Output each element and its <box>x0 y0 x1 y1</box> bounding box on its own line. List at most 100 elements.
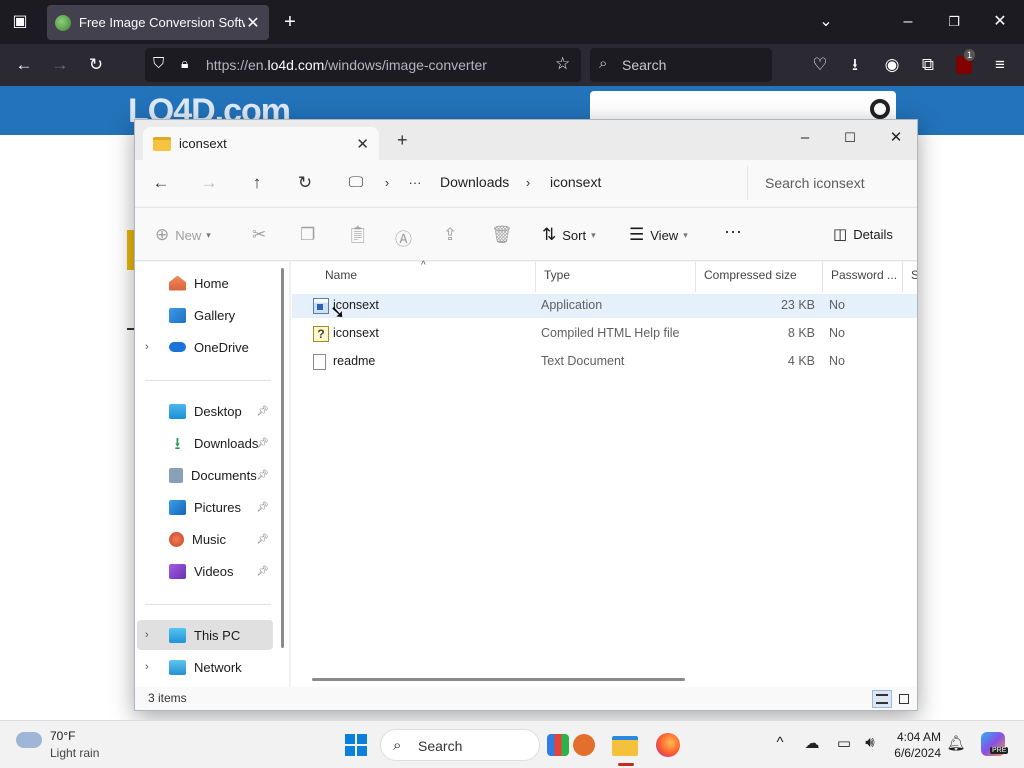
sidebar-item-videos[interactable]: Videos 📌︎ <box>137 556 273 586</box>
lock-icon[interactable]: 🔒︎ <box>181 55 188 72</box>
forward-icon[interactable]: → <box>197 171 221 195</box>
close-tab-icon[interactable]: ✕ <box>245 13 261 33</box>
paste-button[interactable]: 📋︎ <box>347 225 375 245</box>
bookmark-star-icon[interactable]: ☆ <box>555 54 570 74</box>
chevron-down-icon[interactable]: ⌄ <box>814 10 838 34</box>
start-button[interactable] <box>345 734 367 756</box>
clock[interactable]: 4:04 AM 6/6/2024 <box>888 729 941 761</box>
refresh-icon[interactable]: ↻ <box>293 171 317 195</box>
weather-description[interactable]: Light rain <box>50 746 99 760</box>
breadcrumb-downloads[interactable]: Downloads <box>440 174 509 190</box>
weather-widget[interactable] <box>16 732 44 752</box>
website-search-icon[interactable] <box>870 99 890 119</box>
table-row[interactable]: ? iconsext Compiled HTML Help file 8 KB … <box>292 322 917 346</box>
pocket-icon[interactable]: ♡ <box>808 53 832 77</box>
column-header-password[interactable]: Password ... <box>823 262 903 292</box>
view-button[interactable]: ☰ View ▾ <box>629 225 688 245</box>
details-button[interactable]: ◫ Details <box>833 225 893 243</box>
close-tab-icon[interactable]: ✕ <box>356 135 369 153</box>
volume-icon[interactable]: 🔊︎ <box>860 734 880 751</box>
menu-icon[interactable]: ≡ <box>988 53 1012 77</box>
pin-icon[interactable]: 📌︎ <box>256 566 269 577</box>
shield-icon[interactable]: ⛉ <box>153 55 164 72</box>
new-tab-icon[interactable]: + <box>397 130 408 151</box>
extensions-icon[interactable]: ⧉ <box>916 53 940 77</box>
rename-button[interactable]: Ⓐ <box>395 225 418 250</box>
explorer-search-input[interactable]: Search iconsext <box>747 166 917 200</box>
sidebar-scrollbar[interactable] <box>281 268 284 648</box>
up-icon[interactable]: ↑ <box>245 171 269 195</box>
minimize-icon[interactable]: – <box>896 10 920 34</box>
sidebar-item-downloads[interactable]: ⭳ Downloads 📌︎ <box>137 428 273 458</box>
list-all-tabs-icon[interactable]: ▣ <box>8 10 32 34</box>
more-locations-icon[interactable]: ··· <box>403 171 427 195</box>
downloads-icon[interactable]: ⭳ <box>843 53 867 77</box>
pane-divider[interactable] <box>289 262 291 687</box>
expand-chevron-icon[interactable]: › <box>145 629 159 641</box>
see-more-button[interactable]: ··· <box>724 221 742 242</box>
chevron-right-icon[interactable]: › <box>375 171 399 195</box>
pin-icon[interactable]: 📌︎ <box>256 406 269 417</box>
taskbar-search[interactable]: ⌕ Search <box>380 729 595 761</box>
close-window-icon[interactable]: ✕ <box>884 126 908 150</box>
close-window-icon[interactable]: ✕ <box>988 10 1012 34</box>
sidebar-item-network[interactable]: › Network <box>137 652 273 682</box>
notification-bell-icon[interactable]: 🔔︎ <box>946 734 966 752</box>
minimize-icon[interactable]: – <box>793 126 817 150</box>
display-icon[interactable]: ▭ <box>834 734 854 752</box>
forward-icon[interactable]: → <box>48 53 72 77</box>
horizontal-scrollbar[interactable] <box>312 678 685 681</box>
explorer-tab[interactable]: iconsext ✕ <box>143 127 379 160</box>
sidebar-item-music[interactable]: Music 📌︎ <box>137 524 273 554</box>
column-header-type[interactable]: Type <box>536 262 696 292</box>
column-header-compressed-size[interactable]: Compressed size <box>696 262 823 292</box>
share-button[interactable]: ⇪ <box>443 225 463 245</box>
sidebar-item-desktop[interactable]: Desktop 📌︎ <box>137 396 273 426</box>
pin-icon[interactable]: 📌︎ <box>256 534 269 545</box>
copilot-icon[interactable]: PRE <box>980 731 1009 759</box>
this-pc-icon[interactable]: 🖵︎ <box>344 171 368 195</box>
expand-chevron-icon[interactable]: › <box>145 661 159 673</box>
sidebar-item-home[interactable]: Home <box>137 268 273 298</box>
chevron-right-icon[interactable]: › <box>516 171 540 195</box>
sidebar-item-pictures[interactable]: Pictures 📌︎ <box>137 492 273 522</box>
back-icon[interactable]: ← <box>12 53 36 77</box>
pin-icon[interactable]: 📌︎ <box>256 470 269 481</box>
sidebar-item-documents[interactable]: Documents 📌︎ <box>137 460 273 490</box>
firefox-taskbar-icon[interactable] <box>654 731 682 759</box>
search-highlight-icon[interactable] <box>547 734 569 756</box>
reload-icon[interactable]: ↻ <box>84 53 108 77</box>
breadcrumb-current[interactable]: iconsext <box>550 174 601 190</box>
pin-icon[interactable]: 📌︎ <box>256 502 269 513</box>
column-header-name[interactable]: Name <box>317 262 536 292</box>
restore-icon[interactable]: ❐ <box>942 10 966 34</box>
basketball-icon[interactable] <box>573 734 595 756</box>
tiles-view-button[interactable] <box>894 690 914 708</box>
table-row[interactable]: iconsext Application 23 KB No <box>292 294 917 318</box>
pin-icon[interactable]: 📌︎ <box>256 438 269 449</box>
browser-search-field[interactable]: ⌕ Search <box>590 48 772 82</box>
table-row[interactable]: readme Text Document 4 KB No <box>292 350 917 374</box>
maximize-icon[interactable]: ☐ <box>838 126 862 150</box>
sidebar-item-onedrive[interactable]: › OneDrive <box>137 332 273 362</box>
back-icon[interactable]: ← <box>149 171 173 195</box>
details-view-button[interactable] <box>872 690 892 708</box>
url-bar[interactable]: ⛉ 🔒︎ https://en.lo4d.com/windows/image-c… <box>145 48 581 82</box>
sidebar-item-this-pc[interactable]: › This PC <box>137 620 273 650</box>
expand-chevron-icon[interactable]: › <box>145 341 159 353</box>
show-hidden-icons-icon[interactable]: ^ <box>770 734 790 751</box>
cut-button[interactable]: ✂︎ <box>252 225 272 245</box>
copy-button[interactable]: ❐ <box>300 225 321 245</box>
account-icon[interactable]: ◉ <box>880 53 904 77</box>
new-tab-icon[interactable]: + <box>278 10 302 34</box>
delete-button[interactable]: 🗑︎ <box>491 225 519 245</box>
browser-tab[interactable]: Free Image Conversion Software ✕ <box>47 5 269 40</box>
new-button[interactable]: ⊕ New ▾ <box>155 225 211 245</box>
ublock-icon[interactable]: 1 <box>952 49 976 77</box>
sort-button[interactable]: ⇅ Sort ▾ <box>542 225 596 245</box>
column-header-size[interactable]: Si <box>903 262 917 292</box>
onedrive-offline-icon[interactable]: ☁︎ <box>802 734 822 752</box>
weather-temperature[interactable]: 70°F <box>50 729 75 743</box>
file-explorer-taskbar-icon[interactable] <box>611 731 639 759</box>
sidebar-item-gallery[interactable]: Gallery <box>137 300 273 330</box>
